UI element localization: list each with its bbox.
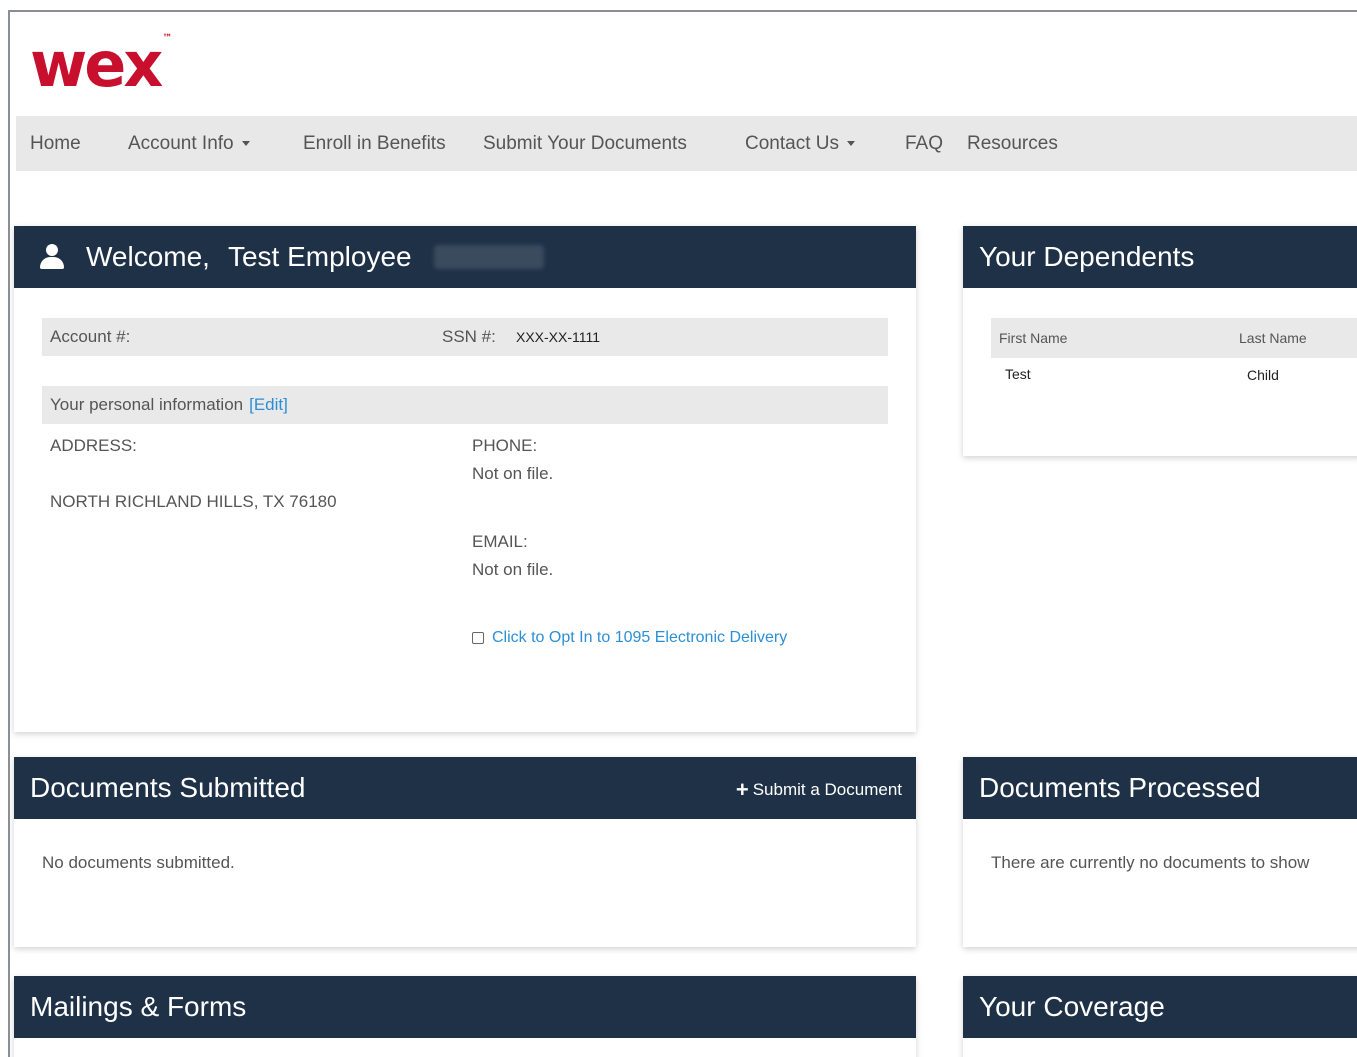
main-navbar: Home Account Info Enroll in Benefits Sub… bbox=[16, 116, 1357, 171]
documents-submitted-empty: No documents submitted. bbox=[42, 853, 235, 872]
email-label: EMAIL: bbox=[472, 532, 528, 551]
welcome-header: Welcome, Test Employee bbox=[14, 226, 916, 288]
opt-in-link[interactable]: Click to Opt In to 1095 Electronic Deliv… bbox=[492, 629, 787, 646]
nav-account-info[interactable]: Account Info bbox=[128, 133, 250, 155]
mailings-forms-header: Mailings & Forms bbox=[14, 976, 916, 1038]
mailings-forms-card: Mailings & Forms bbox=[14, 976, 916, 1057]
dependents-title: Your Dependents bbox=[979, 241, 1195, 272]
coverage-title: Your Coverage bbox=[979, 991, 1165, 1022]
dependents-card: Your Dependents First Name Last Name Tes… bbox=[963, 226, 1357, 456]
wex-logo[interactable]: wex ™ bbox=[30, 34, 172, 96]
browser-frame: wex ™ Home Account Info Enroll in Benefit… bbox=[8, 10, 1357, 1057]
welcome-name: Test Employee bbox=[227, 241, 412, 272]
nav-contact-us[interactable]: Contact Us bbox=[745, 133, 855, 155]
coverage-header: Your Coverage bbox=[963, 976, 1357, 1038]
column-last-name: Last Name bbox=[1239, 330, 1307, 346]
welcome-card: Welcome, Test Employee Account #: SSN #:… bbox=[14, 226, 916, 732]
documents-processed-title: Documents Processed bbox=[979, 772, 1261, 803]
caret-down-icon bbox=[241, 141, 250, 146]
column-first-name: First Name bbox=[999, 330, 1068, 346]
nav-enroll-in-benefits[interactable]: Enroll in Benefits bbox=[303, 133, 446, 155]
coverage-card: Your Coverage bbox=[963, 976, 1357, 1057]
personal-info-bar: Your personal information [Edit] bbox=[42, 386, 888, 424]
dependent-last-name: Child bbox=[1247, 367, 1279, 383]
address-label: ADDRESS: bbox=[50, 436, 137, 455]
dependent-first-name: Test bbox=[1005, 366, 1031, 382]
address-value: NORTH RICHLAND HILLS, TX 76180 bbox=[50, 492, 337, 511]
documents-submitted-title: Documents Submitted bbox=[30, 772, 306, 803]
nav-resources[interactable]: Resources bbox=[967, 133, 1058, 155]
user-icon bbox=[40, 244, 64, 270]
documents-submitted-card: Documents Submitted + Submit a Document … bbox=[14, 757, 916, 947]
ssn-value: XXX-XX-1111 bbox=[516, 329, 601, 345]
documents-processed-empty: There are currently no documents to show bbox=[991, 853, 1310, 872]
personal-info-label: Your personal information bbox=[50, 395, 244, 414]
opt-in-1095[interactable]: Click to Opt In to 1095 Electronic Deliv… bbox=[472, 629, 787, 647]
opt-in-checkbox[interactable] bbox=[472, 631, 484, 644]
account-label: Account #: bbox=[50, 327, 131, 346]
mailings-forms-title: Mailings & Forms bbox=[30, 991, 247, 1022]
submit-document-button[interactable]: + Submit a Document bbox=[736, 777, 902, 803]
phone-label: PHONE: bbox=[472, 436, 538, 455]
caret-down-icon bbox=[846, 141, 855, 146]
nav-home[interactable]: Home bbox=[30, 133, 81, 155]
nav-submit-your-documents[interactable]: Submit Your Documents bbox=[483, 133, 687, 155]
documents-processed-card: Documents Processed There are currently … bbox=[963, 757, 1357, 947]
documents-submitted-header: Documents Submitted + Submit a Document bbox=[14, 757, 916, 819]
nav-faq[interactable]: FAQ bbox=[905, 133, 943, 155]
edit-personal-info-link[interactable]: [Edit] bbox=[249, 395, 288, 415]
email-value: Not on file. bbox=[472, 560, 554, 579]
welcome-greeting: Welcome, bbox=[86, 241, 210, 272]
phone-value: Not on file. bbox=[472, 464, 554, 483]
account-info-bar: Account #: SSN #: XXX-XX-1111 bbox=[42, 318, 888, 356]
documents-processed-header: Documents Processed bbox=[963, 757, 1357, 819]
dependents-header: Your Dependents bbox=[963, 226, 1357, 288]
ssn-label: SSN #: bbox=[442, 327, 496, 346]
redacted-name bbox=[433, 245, 544, 269]
dependents-table-header: First Name Last Name bbox=[991, 318, 1357, 358]
plus-icon: + bbox=[735, 777, 749, 802]
